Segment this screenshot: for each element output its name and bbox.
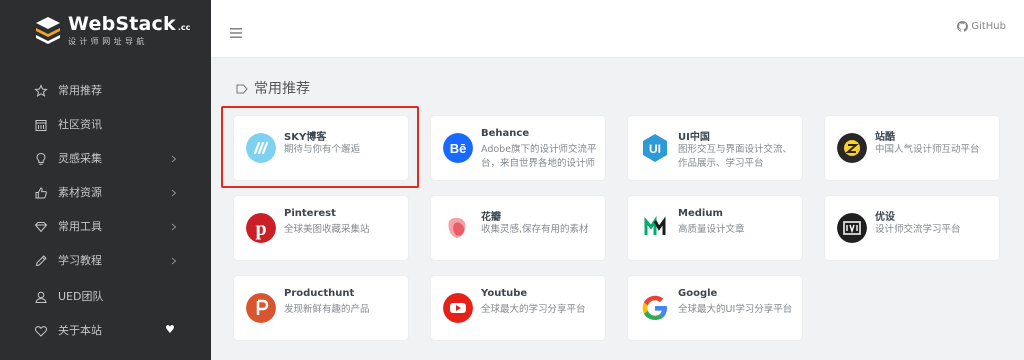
thumbs-up-icon xyxy=(34,186,48,200)
medium-logo-icon xyxy=(640,213,670,243)
sidebar-item-label: 学习教程 xyxy=(58,254,102,267)
site-card-google[interactable]: Google 全球最大的UI学习分享平台 xyxy=(628,276,802,340)
highlight-box xyxy=(221,106,419,188)
ui-china-logo-icon: UI xyxy=(640,133,670,163)
diamond-icon xyxy=(34,220,48,234)
card-title: Youtube xyxy=(481,288,528,299)
lightbulb-icon xyxy=(34,152,48,166)
sidebar-item-label: 关于本站 xyxy=(58,324,102,337)
card-description: 图形交互与界面设计交流、作品展示、学习平台 xyxy=(678,144,793,169)
card-description: 中国人气设计师互动平台 xyxy=(875,144,980,155)
site-card-medium[interactable]: Medium 高质量设计文章 xyxy=(628,196,802,260)
hamburger-menu-icon[interactable] xyxy=(230,23,242,38)
github-icon xyxy=(957,21,969,32)
tag-icon xyxy=(236,79,248,98)
sidebar: WebStack .cc 设计师网址导航 常用推荐 社区资讯 灵感采集 素材资源 xyxy=(0,0,211,360)
site-card-zcool[interactable]: 站酷 中国人气设计师互动平台 xyxy=(825,116,999,180)
zcool-logo-icon xyxy=(837,133,867,163)
card-title: 花瓣 xyxy=(481,212,501,223)
logo-tld: .cc xyxy=(177,23,191,32)
site-card-producthunt[interactable]: Producthunt 发现新鲜有趣的产品 xyxy=(234,276,408,340)
logo-subtitle: 设计师网址导航 xyxy=(68,37,148,46)
sidebar-item-label: UED团队 xyxy=(58,290,104,303)
site-card-pinterest[interactable]: p Pinterest 全球美图收藏采集站 xyxy=(234,196,408,260)
chevron-right-icon xyxy=(171,186,177,200)
site-card-youtube[interactable]: Youtube 全球最大的学习分享平台 xyxy=(431,276,605,340)
card-title: 站酷 xyxy=(875,132,895,143)
svg-text:UI: UI xyxy=(649,142,661,156)
card-title: UI中国 xyxy=(678,132,710,143)
sidebar-item-recommended[interactable]: 常用推荐 xyxy=(0,74,211,108)
chevron-right-icon xyxy=(171,152,177,166)
card-description: Adobe旗下的设计师交流平台，来自世界各地的设计师在这里分享自己的作品 xyxy=(481,144,597,169)
sidebar-item-tutorials[interactable]: 学习教程 xyxy=(0,244,211,278)
sidebar-item-label: 常用工具 xyxy=(58,220,102,233)
producthunt-logo-icon xyxy=(246,293,276,323)
pencil-icon xyxy=(34,254,48,268)
heart-icon: ♥ xyxy=(165,323,175,336)
card-description: 高质量设计文章 xyxy=(678,224,745,235)
youtube-logo-icon xyxy=(443,293,473,323)
site-card-behance[interactable]: Bē Behance Adobe旗下的设计师交流平台，来自世界各地的设计师在这里… xyxy=(431,116,605,180)
site-card-uisdc[interactable]: 优设 设计师交流学习平台 xyxy=(825,196,999,260)
svg-text:Bē: Bē xyxy=(450,141,467,156)
card-title: Medium xyxy=(678,208,723,219)
huaban-logo-icon xyxy=(443,213,473,243)
sidebar-item-ued-team[interactable]: UED团队 xyxy=(0,280,211,314)
sidebar-item-tools[interactable]: 常用工具 xyxy=(0,210,211,244)
card-description: 设计师交流学习平台 xyxy=(875,224,961,235)
sidebar-item-label: 素材资源 xyxy=(58,186,102,199)
logo-title: WebStack xyxy=(68,13,176,35)
heart-outline-icon xyxy=(34,324,48,338)
site-logo[interactable]: WebStack .cc 设计师网址导航 xyxy=(34,13,190,47)
github-label: GitHub xyxy=(971,21,1006,32)
section-title: 常用推荐 xyxy=(254,81,310,97)
calendar-icon xyxy=(34,118,48,132)
card-title: 优设 xyxy=(875,212,895,223)
sidebar-item-inspiration[interactable]: 灵感采集 xyxy=(0,142,211,176)
sidebar-item-about[interactable]: 关于本站 ♥ xyxy=(0,314,211,348)
top-bar: GitHub xyxy=(211,0,1024,58)
uisdc-logo-icon xyxy=(837,213,867,243)
sidebar-item-label: 常用推荐 xyxy=(58,84,102,97)
card-title: Producthunt xyxy=(284,288,355,299)
section-heading: 常用推荐 xyxy=(236,78,310,98)
sidebar-item-label: 灵感采集 xyxy=(58,152,102,165)
card-description: 全球美图收藏采集站 xyxy=(284,224,370,235)
card-description: 收集灵感,保存有用的素材 xyxy=(481,224,589,235)
chevron-right-icon xyxy=(171,254,177,268)
card-description: 发现新鲜有趣的产品 xyxy=(284,304,370,315)
sidebar-item-community-news[interactable]: 社区资讯 xyxy=(0,108,211,142)
card-title: Behance xyxy=(481,128,530,139)
site-card-huaban[interactable]: 花瓣 收集灵感,保存有用的素材 xyxy=(431,196,605,260)
svg-text:p: p xyxy=(255,218,266,240)
google-logo-icon xyxy=(640,293,670,323)
card-description: 全球最大的学习分享平台 xyxy=(481,304,586,315)
user-icon xyxy=(34,290,48,304)
star-icon xyxy=(34,84,48,98)
behance-logo-icon: Bē xyxy=(443,133,473,163)
github-link[interactable]: GitHub xyxy=(957,21,1006,32)
card-description: 全球最大的UI学习分享平台 xyxy=(678,304,793,315)
sidebar-item-resources[interactable]: 素材资源 xyxy=(0,176,211,210)
chevron-right-icon xyxy=(171,220,177,234)
card-title: Pinterest xyxy=(284,208,336,219)
stack-logo-icon xyxy=(34,15,62,45)
sidebar-item-label: 社区资讯 xyxy=(58,118,102,131)
pinterest-logo-icon: p xyxy=(246,213,276,243)
site-card-ui-china[interactable]: UI UI中国 图形交互与界面设计交流、作品展示、学习平台 xyxy=(628,116,802,180)
card-title: Google xyxy=(678,288,718,299)
